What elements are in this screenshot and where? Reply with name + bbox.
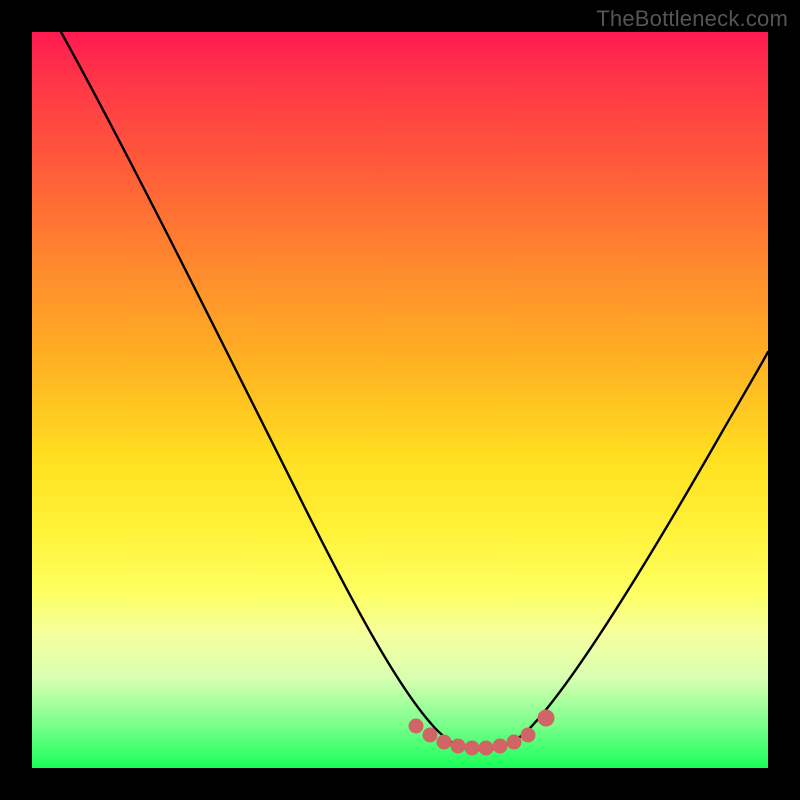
plot-area (32, 32, 768, 768)
valley-dots (409, 710, 554, 755)
watermark-text: TheBottleneck.com (596, 6, 788, 32)
curve-svg (32, 32, 768, 768)
bottleneck-curve (61, 32, 768, 750)
chart-frame: TheBottleneck.com (0, 0, 800, 800)
